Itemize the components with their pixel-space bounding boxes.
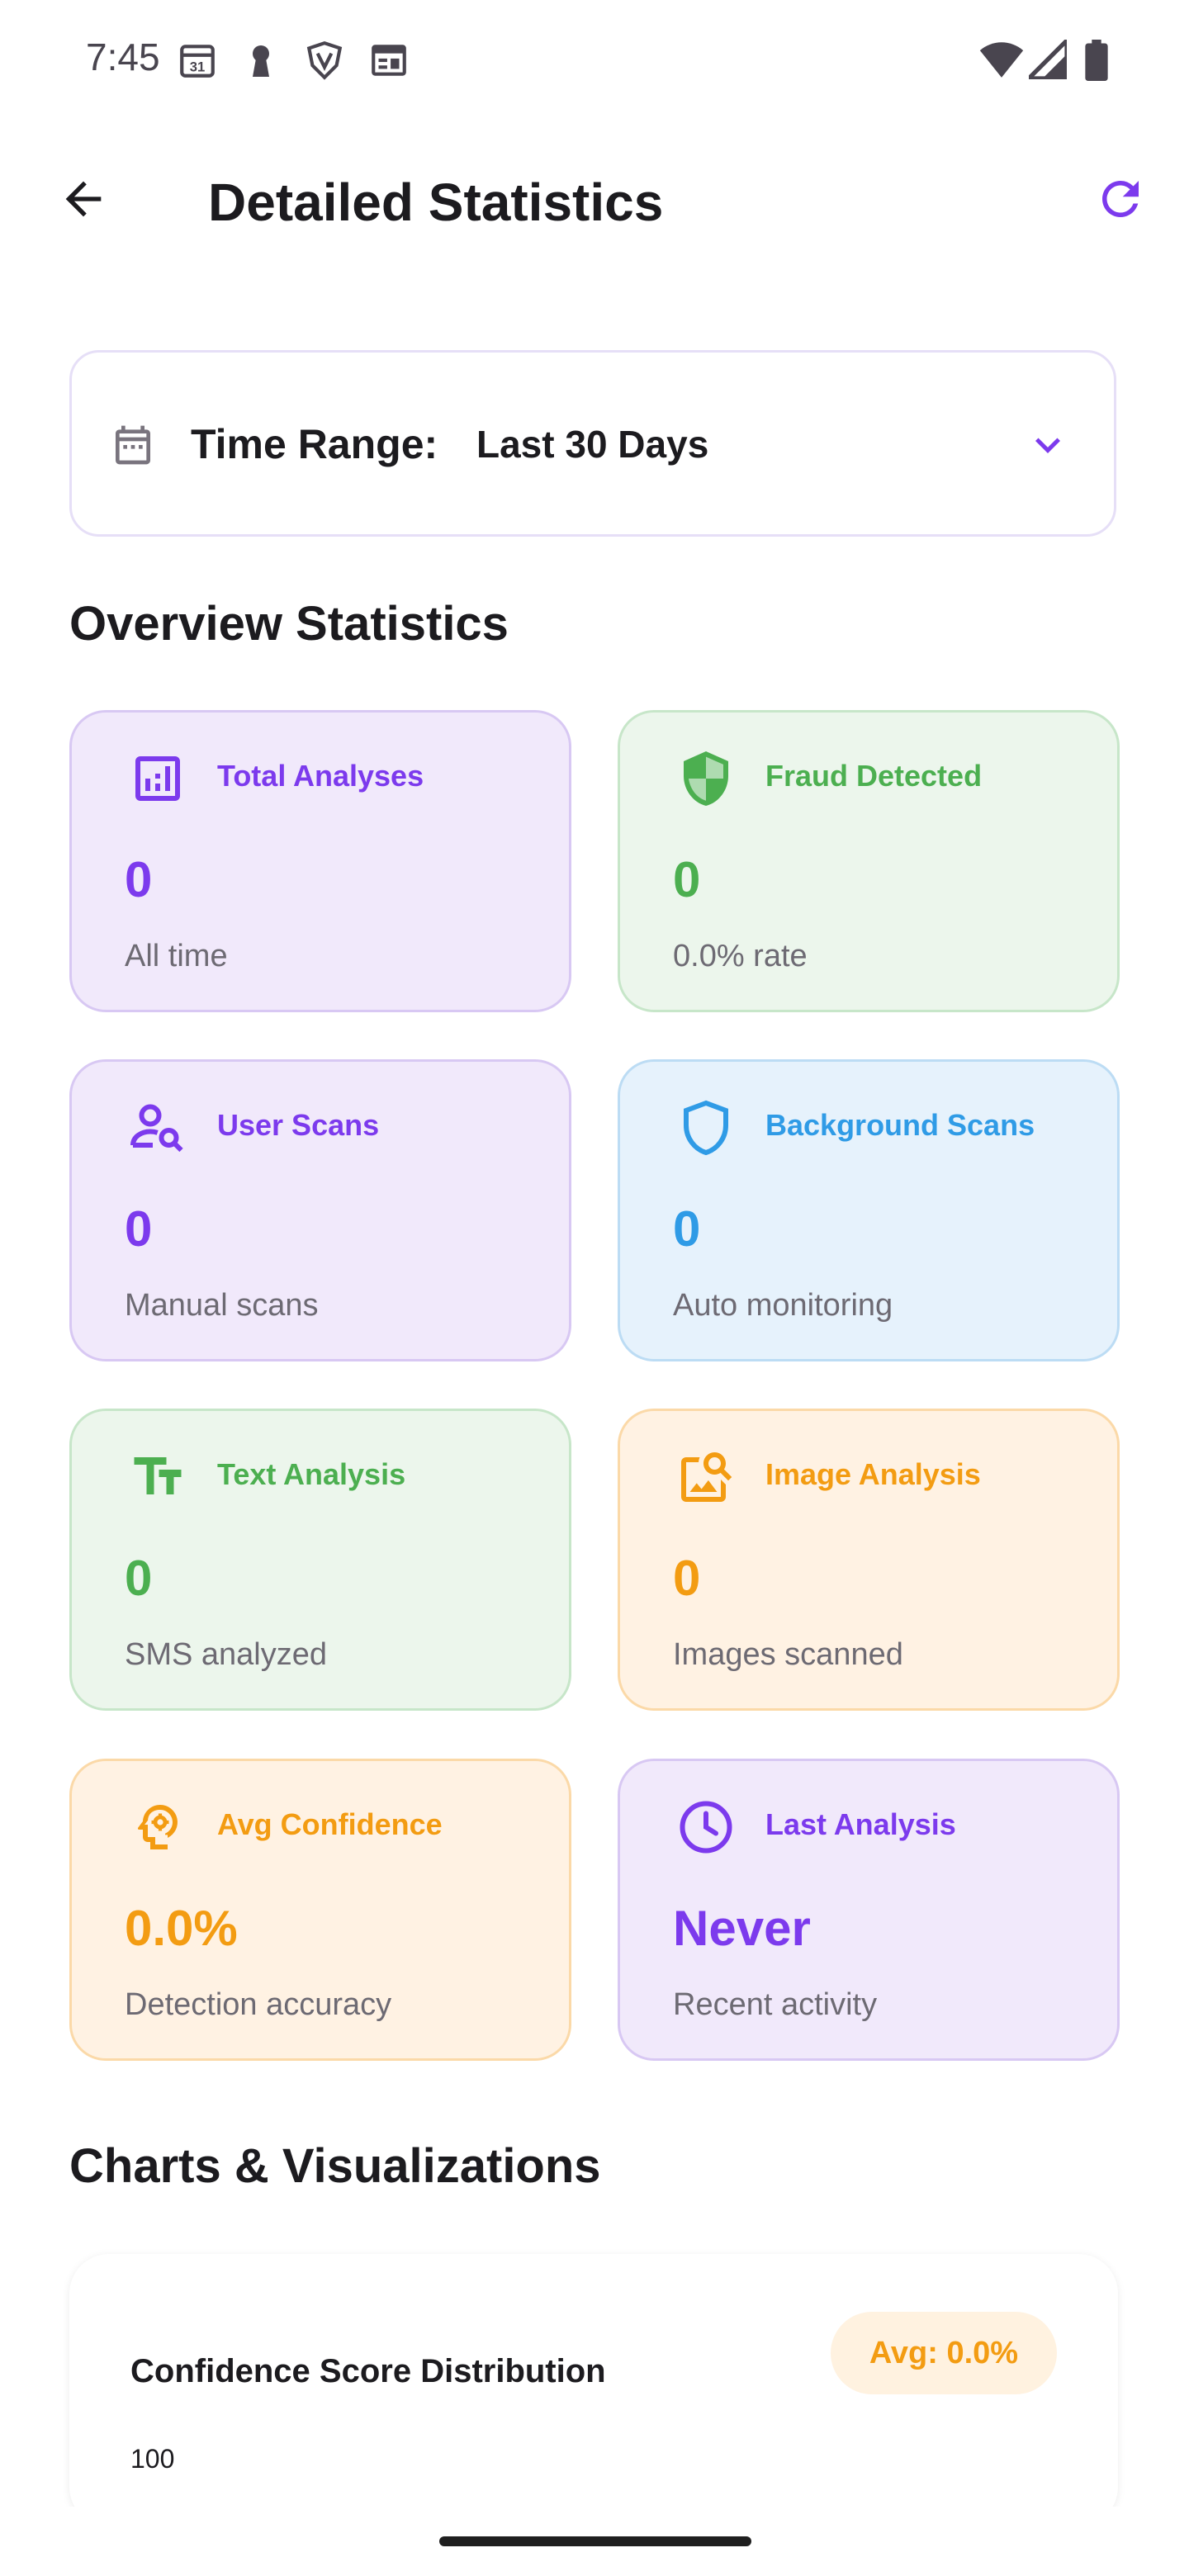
- user-search-icon: [125, 1095, 191, 1161]
- text-fields-icon: [125, 1444, 191, 1510]
- stat-card-total-analyses[interactable]: Total Analyses 0 All time: [69, 710, 571, 1012]
- stat-card-text-analysis[interactable]: Text Analysis 0 SMS analyzed: [69, 1409, 571, 1711]
- shield-v-icon: [304, 40, 345, 85]
- avg-badge: Avg: 0.0%: [831, 2312, 1057, 2394]
- card-subtitle: Detection accuracy: [125, 1987, 392, 2022]
- calendar-icon: [110, 422, 156, 472]
- card-value: 0: [125, 852, 153, 907]
- card-subtitle: SMS analyzed: [125, 1637, 328, 1672]
- top-app-bar: Detailed Statistics: [0, 149, 1189, 256]
- status-time: 7:45: [86, 36, 160, 78]
- card-value: 0: [673, 1201, 701, 1257]
- chevron-down-icon[interactable]: [1023, 420, 1073, 474]
- stat-card-fraud-detected[interactable]: Fraud Detected 0 0.0% rate: [618, 710, 1120, 1012]
- card-value: 0: [125, 1551, 153, 1606]
- charts-section-title: Charts & Visualizations: [69, 2139, 601, 2193]
- time-range-value[interactable]: Last 30 Days: [476, 422, 708, 466]
- wifi-icon: [979, 40, 1024, 83]
- signal-icon: [1023, 35, 1069, 83]
- stat-card-last-analysis[interactable]: Last Analysis Never Recent activity: [618, 1759, 1120, 2061]
- stat-card-user-scans[interactable]: User Scans 0 Manual scans: [69, 1059, 571, 1361]
- shield-check-icon: [673, 746, 739, 812]
- bar-chart-icon: [125, 746, 191, 812]
- chart-title: Confidence Score Distribution: [130, 2353, 606, 2389]
- navigation-bar: [0, 2507, 1189, 2576]
- card-subtitle: Manual scans: [125, 1288, 319, 1323]
- card-label: Fraud Detected: [765, 759, 983, 793]
- card-subtitle: Auto monitoring: [673, 1288, 893, 1323]
- card-value: 0.0%: [125, 1901, 238, 1956]
- overview-section-title: Overview Statistics: [69, 597, 509, 651]
- card-label: Background Scans: [765, 1108, 1035, 1142]
- card-label: Avg Confidence: [217, 1807, 443, 1841]
- time-range-selector[interactable]: Time Range: Last 30 Days: [69, 350, 1116, 537]
- news-icon: [368, 40, 410, 85]
- card-label: User Scans: [217, 1108, 380, 1142]
- battery-icon: [1085, 40, 1108, 85]
- page-title: Detailed Statistics: [208, 173, 664, 232]
- time-range-label: Time Range:: [191, 421, 438, 467]
- card-value: Never: [673, 1901, 811, 1956]
- arrow-back-icon: [57, 173, 110, 230]
- calendar-31-icon: 31: [177, 40, 218, 85]
- home-indicator[interactable]: [439, 2536, 751, 2546]
- card-value: 0: [673, 852, 701, 907]
- card-subtitle: Images scanned: [673, 1637, 903, 1672]
- keyhole-icon: [241, 40, 281, 85]
- stat-card-image-analysis[interactable]: Image Analysis 0 Images scanned: [618, 1409, 1120, 1711]
- card-label: Image Analysis: [765, 1457, 981, 1491]
- card-label: Last Analysis: [765, 1807, 956, 1841]
- card-subtitle: All time: [125, 939, 228, 973]
- card-subtitle: 0.0% rate: [673, 939, 808, 973]
- card-label: Text Analysis: [217, 1457, 406, 1491]
- refresh-icon: [1093, 172, 1148, 230]
- stat-card-avg-confidence[interactable]: Avg Confidence 0.0% Detection accuracy: [69, 1759, 571, 2061]
- card-value: 0: [673, 1551, 701, 1606]
- confidence-distribution-card: Confidence Score Distribution Avg: 0.0% …: [69, 2254, 1118, 2526]
- y-axis-tick: 100: [130, 2444, 175, 2474]
- back-button[interactable]: [46, 163, 121, 238]
- image-search-icon: [673, 1444, 739, 1510]
- psychology-icon: [125, 1794, 191, 1860]
- card-subtitle: Recent activity: [673, 1987, 878, 2022]
- refresh-button[interactable]: [1083, 163, 1158, 238]
- stat-card-background-scans[interactable]: Background Scans 0 Auto monitoring: [618, 1059, 1120, 1361]
- svg-text:31: 31: [190, 59, 206, 75]
- status-bar: 7:45 31: [0, 0, 1189, 124]
- card-value: 0: [125, 1201, 153, 1257]
- shield-icon: [673, 1095, 739, 1161]
- card-label: Total Analyses: [217, 759, 424, 793]
- clock-icon: [673, 1794, 739, 1860]
